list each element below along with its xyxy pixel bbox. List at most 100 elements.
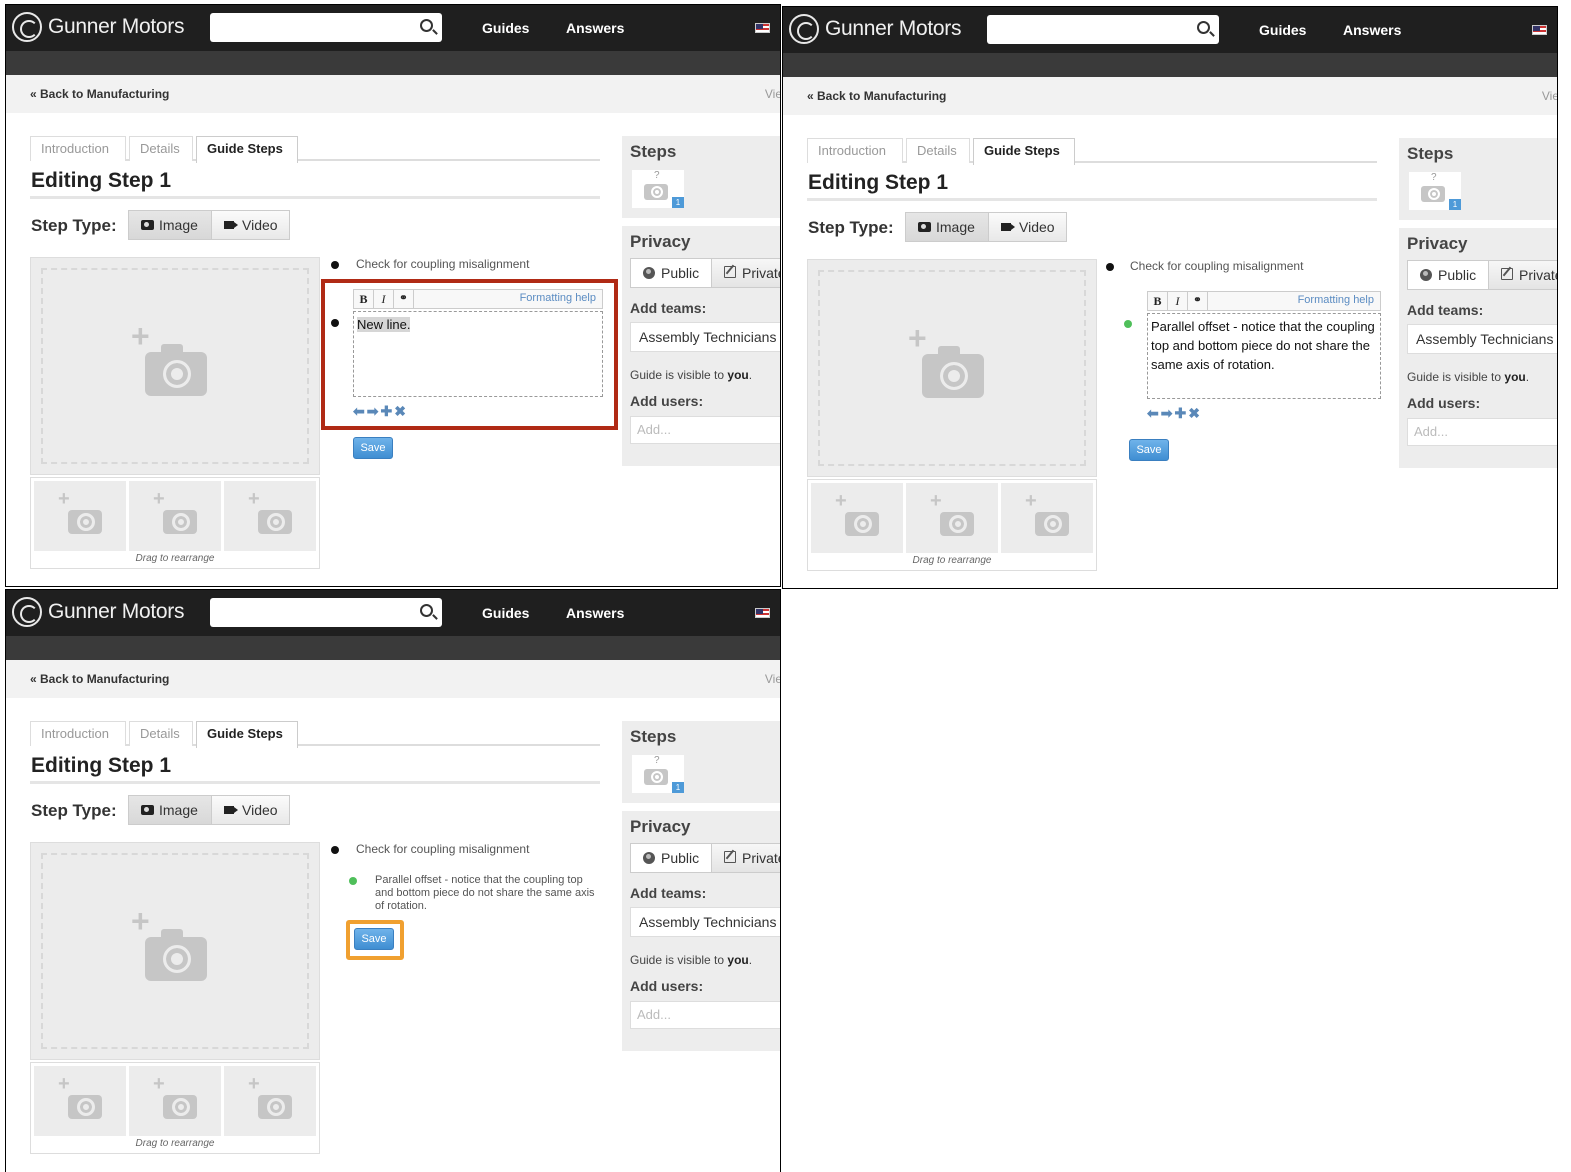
main-image-dropzone[interactable]	[30, 842, 320, 1060]
line-textarea[interactable]: New line.	[353, 311, 603, 397]
thumbnail-slot-2[interactable]	[129, 481, 221, 551]
step-type-image-button[interactable]: Image	[128, 210, 212, 240]
brand-logo[interactable]: Gunner Motors	[12, 12, 184, 42]
view-link[interactable]: Vie	[1542, 89, 1557, 103]
save-button[interactable]: Save	[354, 928, 394, 950]
team-tag[interactable]: Assembly Technicians	[630, 907, 780, 937]
view-link[interactable]: Vie	[765, 672, 780, 686]
delete-line-icon[interactable]: ✖	[1188, 405, 1200, 422]
private-button[interactable]: Private	[1488, 260, 1557, 290]
thumbnail-slot-2[interactable]	[906, 483, 998, 553]
page-title: Editing Step 1	[31, 169, 172, 192]
search-icon[interactable]	[1197, 21, 1210, 34]
breadcrumb-back-link[interactable]: « Back to Manufacturing	[30, 672, 169, 686]
italic-button[interactable]: I	[374, 290, 394, 308]
brand-logo[interactable]: Gunner Motors	[12, 597, 184, 627]
line-textarea[interactable]: Parallel offset - notice that the coupli…	[1147, 313, 1381, 399]
public-button[interactable]: Public	[1407, 260, 1489, 290]
bold-button[interactable]: B	[1148, 292, 1168, 310]
team-tag[interactable]: Assembly Technicians	[630, 322, 780, 352]
add-users-input[interactable]: Add...	[630, 1001, 780, 1029]
line-controls: ⬅ ➡ ✚ ✖	[353, 403, 406, 420]
team-tag[interactable]: Assembly Technicians	[1407, 324, 1557, 354]
add-users-input[interactable]: Add...	[1407, 418, 1557, 446]
nav-answers-link[interactable]: Answers	[566, 605, 624, 621]
indent-arrow-icon[interactable]: ➡	[367, 403, 379, 420]
step-type-image-button[interactable]: Image	[128, 795, 212, 825]
italic-button[interactable]: I	[1168, 292, 1188, 310]
private-button[interactable]: Private	[711, 843, 780, 873]
editor-text: Parallel offset - notice that the coupli…	[1151, 319, 1375, 372]
main-image-dropzone[interactable]	[30, 257, 320, 475]
tab-details[interactable]: Details	[906, 138, 970, 163]
nav-guides-link[interactable]: Guides	[482, 605, 529, 621]
thumbnail-slot-1[interactable]	[34, 1066, 126, 1136]
step-line-1[interactable]: Check for coupling misalignment	[356, 257, 529, 271]
breadcrumb-back-link[interactable]: « Back to Manufacturing	[30, 87, 169, 101]
step-type-image-button[interactable]: Image	[905, 212, 989, 242]
add-line-icon[interactable]: ✚	[380, 403, 392, 420]
brand-logo[interactable]: Gunner Motors	[789, 14, 961, 44]
formatting-help-link[interactable]: Formatting help	[1298, 294, 1374, 306]
us-flag-icon[interactable]	[1532, 25, 1547, 35]
tab-guide-steps[interactable]: Guide Steps	[196, 721, 298, 748]
tab-details[interactable]: Details	[129, 136, 193, 161]
step-1-thumbnail[interactable]: ? 1	[632, 170, 684, 208]
tab-introduction[interactable]: Introduction	[30, 136, 126, 161]
public-button[interactable]: Public	[630, 258, 712, 288]
bullet-green[interactable]	[1124, 320, 1132, 328]
tab-guide-steps[interactable]: Guide Steps	[973, 138, 1075, 165]
thumbnail-slot-2[interactable]	[129, 1066, 221, 1136]
visibility-you: you	[727, 953, 749, 967]
search-input[interactable]	[210, 13, 442, 42]
outdent-arrow-icon[interactable]: ⬅	[353, 403, 365, 420]
tab-introduction[interactable]: Introduction	[30, 721, 126, 746]
thumbnail-slot-1[interactable]	[811, 483, 903, 553]
main-image-dropzone[interactable]	[807, 259, 1097, 477]
view-link[interactable]: Vie	[765, 87, 780, 101]
delete-line-icon[interactable]: ✖	[394, 403, 406, 420]
public-label: Public	[1438, 267, 1477, 283]
nav-answers-link[interactable]: Answers	[566, 20, 624, 36]
save-button[interactable]: Save	[1129, 439, 1169, 461]
thumbnail-slot-3[interactable]	[1001, 483, 1093, 553]
step-1-thumbnail[interactable]: ? 1	[1409, 172, 1461, 210]
step-1-thumbnail[interactable]: ? 1	[632, 755, 684, 793]
step-line-1[interactable]: Check for coupling misalignment	[1130, 259, 1303, 273]
search-input[interactable]	[987, 15, 1219, 44]
outdent-arrow-icon[interactable]: ⬅	[1147, 405, 1159, 422]
nav-answers-link[interactable]: Answers	[1343, 22, 1401, 38]
link-icon[interactable]: ⚭	[1188, 292, 1208, 310]
us-flag-icon[interactable]	[755, 23, 770, 33]
privacy-panel: Privacy Public Private Add teams: Assemb…	[1399, 228, 1557, 468]
link-icon[interactable]: ⚭	[394, 290, 414, 308]
tab-guide-steps[interactable]: Guide Steps	[196, 136, 298, 163]
step-line-1[interactable]: Check for coupling misalignment	[356, 842, 529, 856]
nav-guides-link[interactable]: Guides	[1259, 22, 1306, 38]
tab-details[interactable]: Details	[129, 721, 193, 746]
step-type-video-button[interactable]: Video	[211, 795, 290, 825]
us-flag-icon[interactable]	[755, 608, 770, 618]
search-input[interactable]	[210, 598, 442, 627]
tab-introduction[interactable]: Introduction	[807, 138, 903, 163]
thumbnail-slot-3[interactable]	[224, 481, 316, 551]
formatting-help-link[interactable]: Formatting help	[520, 292, 596, 304]
step-type-video-button[interactable]: Video	[211, 210, 290, 240]
bold-button[interactable]: B	[354, 290, 374, 308]
private-button[interactable]: Private	[711, 258, 780, 288]
thumbnail-slot-1[interactable]	[34, 481, 126, 551]
public-button[interactable]: Public	[630, 843, 712, 873]
search-icon[interactable]	[420, 19, 433, 32]
thumbnail-slot-3[interactable]	[224, 1066, 316, 1136]
nav-guides-link[interactable]: Guides	[482, 20, 529, 36]
step-line-2[interactable]: Parallel offset - notice that the coupli…	[375, 874, 603, 913]
page-title: Editing Step 1	[808, 171, 949, 194]
breadcrumb-back-link[interactable]: « Back to Manufacturing	[807, 89, 946, 103]
search-icon[interactable]	[420, 604, 433, 617]
add-users-input[interactable]: Add...	[630, 416, 780, 444]
indent-arrow-icon[interactable]: ➡	[1161, 405, 1173, 422]
bullet-black[interactable]	[331, 319, 339, 327]
save-button[interactable]: Save	[353, 437, 393, 459]
step-type-video-button[interactable]: Video	[988, 212, 1067, 242]
add-line-icon[interactable]: ✚	[1174, 405, 1186, 422]
